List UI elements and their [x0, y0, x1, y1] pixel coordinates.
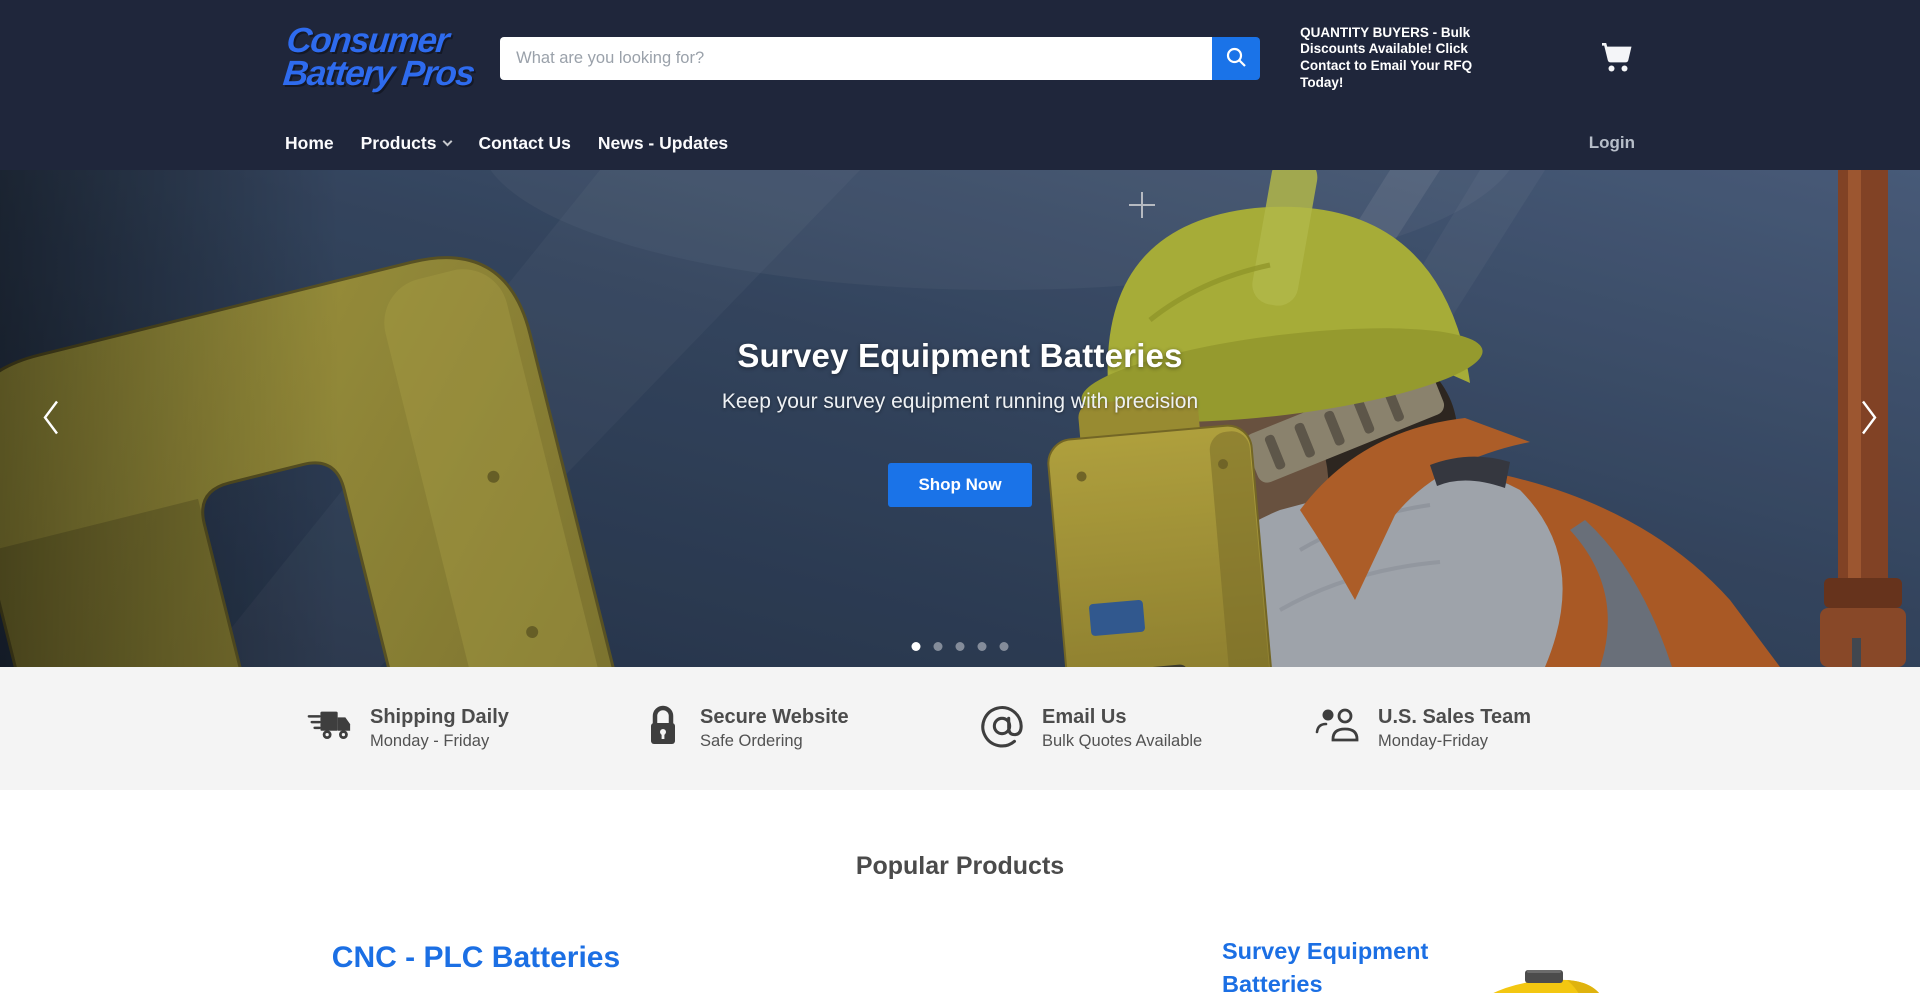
search-button[interactable] — [1212, 37, 1260, 80]
feature-shipping: Shipping Daily Monday - Friday — [288, 704, 624, 753]
chevron-right-icon — [1860, 424, 1878, 439]
features-strip: Shipping Daily Monday - Friday Secure We… — [0, 667, 1920, 790]
carousel-dot-2[interactable] — [934, 642, 943, 651]
carousel-prev-button[interactable] — [36, 392, 66, 445]
survey-battery-product-image[interactable]: Leica — [1463, 965, 1615, 993]
feature-secure: Secure Website Safe Ordering — [624, 703, 960, 754]
lock-icon — [643, 703, 683, 754]
feature-subtitle: Monday - Friday — [370, 732, 509, 751]
nav-label: Products — [361, 133, 437, 154]
cart-button[interactable] — [1599, 40, 1635, 76]
feature-title: Secure Website — [700, 706, 849, 729]
carousel-dots — [912, 642, 1009, 651]
at-sign-icon — [979, 703, 1025, 754]
feature-email: Email Us Bulk Quotes Available — [960, 703, 1296, 754]
carousel-next-button[interactable] — [1854, 392, 1884, 445]
hero-title: Survey Equipment Batteries — [0, 337, 1920, 375]
search-input[interactable] — [500, 37, 1212, 80]
store-logo[interactable]: Consumer Battery Pros — [282, 25, 479, 91]
popular-products-section: Popular Products CNC - PLC Batteries Sur… — [0, 790, 1920, 993]
nav-item-products[interactable]: Products — [361, 133, 452, 154]
feature-title: Email Us — [1042, 706, 1202, 729]
carousel-dot-3[interactable] — [956, 642, 965, 651]
hero-subtitle: Keep your survey equipment running with … — [0, 390, 1920, 414]
feature-title: Shipping Daily — [370, 706, 509, 729]
logo-line-2: Battery Pros — [282, 58, 476, 91]
search-bar — [500, 37, 1260, 80]
cart-icon — [1599, 62, 1635, 77]
carousel-dot-5[interactable] — [1000, 642, 1009, 651]
hero-carousel: Survey Equipment Batteries Keep your sur… — [0, 170, 1920, 667]
main-nav: Home Products Contact Us News - Updates … — [285, 116, 1635, 170]
login-link[interactable]: Login — [1589, 133, 1635, 153]
chevron-left-icon — [42, 424, 60, 439]
truck-icon — [307, 704, 353, 753]
nav-label: Contact Us — [478, 133, 570, 154]
carousel-dot-1[interactable] — [912, 642, 921, 651]
feature-title: U.S. Sales Team — [1378, 706, 1531, 729]
site-header: Consumer Battery Pros QUANTITY BUYERS - … — [0, 0, 1920, 170]
category-survey-equipment-batteries[interactable]: Survey Equipment Batteries — [1222, 935, 1457, 993]
search-icon — [1224, 45, 1248, 72]
category-cnc-plc-batteries[interactable]: CNC - PLC Batteries — [0, 941, 952, 975]
carousel-dot-4[interactable] — [978, 642, 987, 651]
section-title: Popular Products — [0, 790, 1920, 881]
nav-item-news-updates[interactable]: News - Updates — [598, 133, 728, 154]
people-icon — [1315, 705, 1361, 752]
nav-item-contact-us[interactable]: Contact Us — [478, 133, 570, 154]
feature-subtitle: Monday-Friday — [1378, 732, 1531, 751]
nav-label: News - Updates — [598, 133, 728, 154]
chevron-down-icon — [443, 136, 453, 146]
feature-subtitle: Safe Ordering — [700, 732, 849, 751]
hero-slide-content: Survey Equipment Batteries Keep your sur… — [0, 170, 1920, 507]
nav-label: Home — [285, 133, 334, 154]
shop-now-button[interactable]: Shop Now — [888, 463, 1032, 507]
feature-subtitle: Bulk Quotes Available — [1042, 732, 1202, 751]
feature-sales-team: U.S. Sales Team Monday-Friday — [1296, 705, 1632, 752]
nav-item-home[interactable]: Home — [285, 133, 334, 154]
header-top-row: Consumer Battery Pros QUANTITY BUYERS - … — [285, 0, 1635, 116]
storefront-page: { "header": { "logo_line1": "Consumer", … — [0, 0, 1920, 993]
promo-banner[interactable]: QUANTITY BUYERS - Bulk Discounts Availab… — [1300, 25, 1505, 92]
